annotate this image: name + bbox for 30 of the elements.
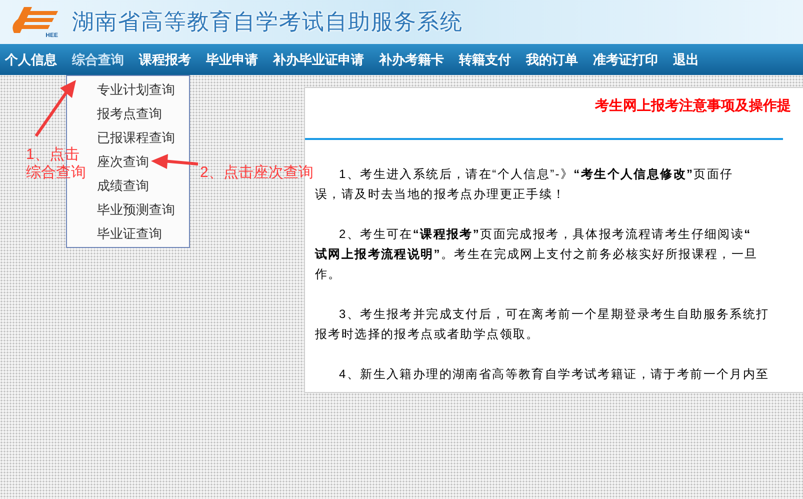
menu-tab[interactable]: 毕业申请 (206, 50, 258, 70)
paragraph-line: 作。 (315, 266, 342, 283)
menu-tab[interactable]: 补办毕业证申请 (273, 50, 364, 70)
dropdown-item[interactable]: 报考点查询 (97, 102, 162, 126)
dropdown-item[interactable]: 毕业证查询 (97, 222, 162, 246)
dropdown-item[interactable]: 专业计划查询 (97, 78, 175, 102)
dropdown-item[interactable]: 毕业预测查询 (97, 198, 175, 222)
paragraph-line: 4、新生入籍办理的湖南省高等教育自学考试考籍证，请于考前一个月内至 (338, 366, 770, 383)
dropdown-item[interactable]: 成绩查询 (97, 174, 149, 198)
menu-tab[interactable]: 个人信息 (5, 50, 57, 70)
paragraph-line: 2、考生可在“课程报考”页面完成报考，具体报考流程请考生仔细阅读“ (338, 226, 752, 243)
paragraph-line: 3、考生报考并完成支付后，可在离考前一个星期登录考生自助服务系统打 (338, 306, 770, 323)
menu-tab[interactable]: 补办考籍卡 (379, 50, 444, 70)
menu-tab[interactable]: 退出 (673, 50, 699, 70)
annotation-arrow (34, 78, 78, 138)
annotation-arrow (150, 154, 198, 170)
notice-title: 考生网上报考注意事项及操作提 (594, 96, 792, 115)
paragraph-line: 1、考生进入系统后，请在“个人信息”-》“考生个人信息修改”页面仔 (338, 166, 734, 183)
dropdown-item[interactable]: 座次查询 (97, 150, 149, 174)
menu-tab[interactable]: 准考证打印 (593, 50, 658, 70)
dropdown-item[interactable]: 已报课程查询 (97, 126, 175, 150)
paragraph-line: 报考时选择的报考点或者助学点领取。 (315, 326, 540, 343)
menu-tab[interactable]: 转籍支付 (459, 50, 511, 70)
annotation-text: 2、点击座次查询 (200, 164, 314, 182)
paragraph-line: 试网上报考流程说明”。考生在完成网上支付之前务必核实好所报课程，一旦 (315, 246, 759, 263)
paragraph-line: 误，请及时去当地的报考点办理更正手续！ (315, 186, 567, 203)
menu-tab[interactable]: 我的订单 (526, 50, 578, 70)
menu-tab[interactable]: 综合查询 (72, 50, 124, 70)
menu-tab[interactable]: 课程报考 (139, 50, 191, 70)
system-title: 湖南省高等教育自学考试自助服务系统 (72, 8, 463, 36)
